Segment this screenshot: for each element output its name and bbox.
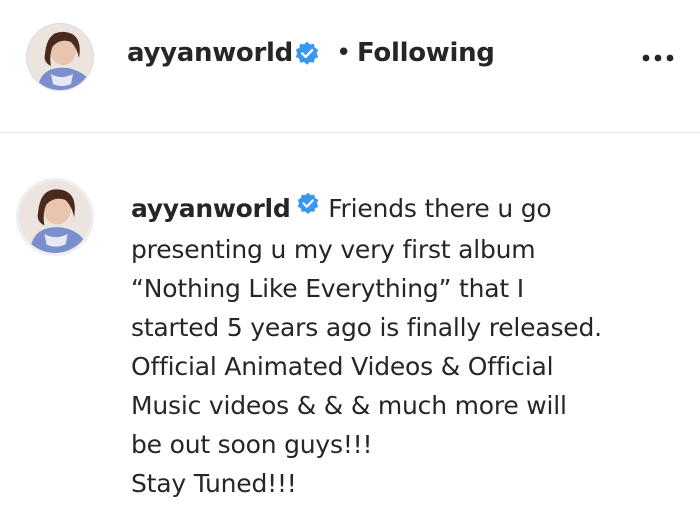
- caption-line: started 5 years ago is finally released.: [131, 312, 602, 342]
- profile-photo: [19, 181, 91, 253]
- post-username[interactable]: ayyanworld: [127, 37, 293, 69]
- following-button[interactable]: Following: [357, 37, 495, 69]
- caption-line: presenting u my very first album: [131, 234, 536, 264]
- caption-text: ayyanworld Friends there u go presenting…: [131, 189, 691, 503]
- caption-line: Official Animated Videos & Official: [131, 351, 554, 381]
- comment-username[interactable]: ayyanworld: [131, 194, 291, 223]
- caption-line: “Nothing Like Everything” that I: [131, 273, 524, 303]
- profile-photo: [27, 24, 93, 90]
- caption-line: Stay Tuned!!!: [131, 468, 297, 498]
- avatar[interactable]: [16, 178, 94, 256]
- verified-badge-icon: [296, 188, 320, 227]
- post-header: ayyanworld • Following: [0, 0, 700, 132]
- verified-badge-icon: [294, 41, 320, 71]
- caption-first-line: ayyanworld Friends there u go: [131, 189, 691, 230]
- divider: [0, 132, 700, 133]
- avatar[interactable]: [26, 23, 94, 91]
- caption-line: Friends there u go: [328, 194, 552, 223]
- more-options-icon[interactable]: [640, 50, 676, 66]
- caption-line: Music videos & & & much more will: [131, 390, 567, 420]
- caption-line: be out soon guys!!!: [131, 429, 373, 459]
- separator-dot: •: [336, 38, 352, 68]
